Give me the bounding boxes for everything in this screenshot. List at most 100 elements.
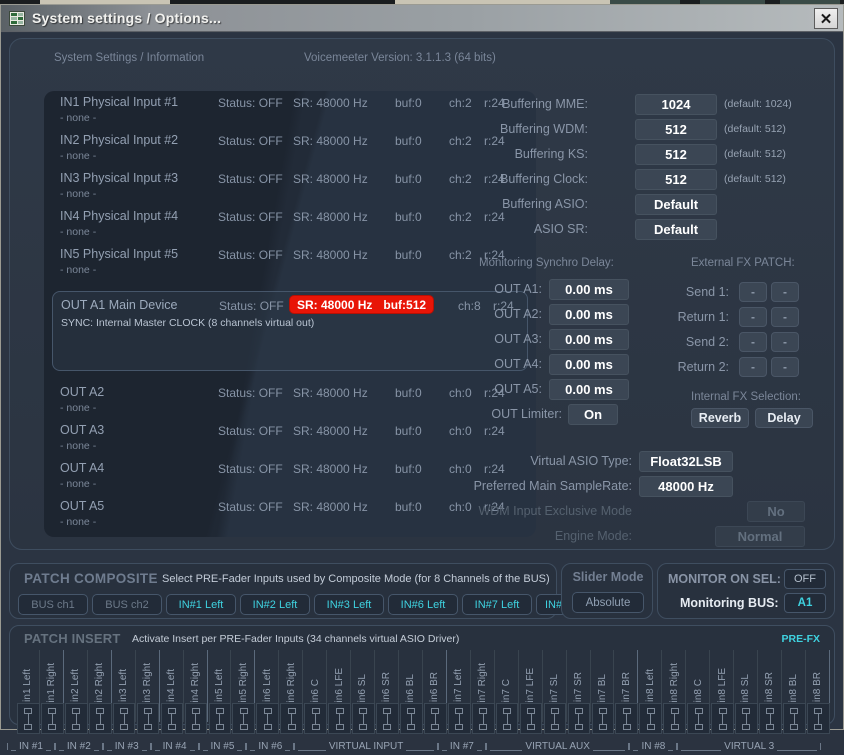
insert-column[interactable]: in6 BR (423, 650, 447, 734)
insert-toggle-cell[interactable] (495, 703, 519, 734)
insert-toggle-cell[interactable] (232, 703, 256, 734)
device-row-out-a2[interactable]: OUT A2 - none - Status: OFF SR: 48000 Hz… (44, 381, 536, 419)
insert-toggle-cell[interactable] (160, 703, 184, 734)
insert-toggle-cell[interactable] (184, 703, 208, 734)
insert-toggle-cell[interactable] (304, 703, 327, 734)
insert-toggle-cell[interactable] (17, 703, 40, 734)
composite-slot-2[interactable]: BUS ch2 (92, 594, 162, 615)
synchro-a4-value[interactable]: 0.00 ms (549, 354, 629, 375)
monitoring-bus-value[interactable]: A1 (784, 593, 826, 613)
insert-column[interactable]: in2 Left (64, 650, 88, 734)
insert-toggle-cell[interactable] (567, 703, 591, 734)
insert-toggle-cell[interactable] (208, 703, 232, 734)
device-row-in1[interactable]: IN1 Physical Input #1 - none - Status: O… (44, 91, 536, 129)
insert-toggle-cell[interactable] (447, 703, 471, 734)
insert-toggle-cell[interactable] (759, 703, 782, 734)
synchro-a2-value[interactable]: 0.00 ms (549, 304, 629, 325)
device-row-in3[interactable]: IN3 Physical Input #3 - none - Status: O… (44, 167, 536, 205)
insert-column[interactable]: in8 BL (782, 650, 806, 734)
out-limiter-value[interactable]: On (568, 404, 618, 425)
insert-column[interactable]: in8 SR (758, 650, 782, 734)
insert-column[interactable]: in6 BL (399, 650, 423, 734)
composite-slot-1[interactable]: BUS ch1 (18, 594, 88, 615)
synchro-a5-value[interactable]: 0.00 ms (549, 379, 629, 400)
insert-column[interactable]: in8 LFE (710, 650, 735, 734)
insert-column[interactable]: in6 Right (279, 650, 304, 734)
insert-column[interactable]: in6 SL (351, 650, 376, 734)
insert-toggle-cell[interactable] (543, 703, 567, 734)
composite-slot-5[interactable]: IN#3 Left (314, 594, 384, 615)
insert-toggle-cell[interactable] (783, 703, 806, 734)
insert-column[interactable]: in7 Left (447, 650, 471, 734)
composite-slot-6[interactable]: IN#6 Left (388, 594, 458, 615)
device-row-out-a1[interactable]: OUT A1 Main Device SYNC: Internal Master… (52, 291, 528, 371)
device-row-in5[interactable]: IN5 Physical Input #5 - none - Status: O… (44, 243, 536, 281)
monitor-on-sel-toggle[interactable]: OFF (784, 569, 826, 589)
buffering-asio-value[interactable]: Default (635, 194, 717, 215)
insert-column[interactable]: in8 BR (806, 650, 830, 734)
insert-toggle-cell[interactable] (687, 703, 710, 734)
composite-slot-4[interactable]: IN#2 Left (240, 594, 310, 615)
insert-column[interactable]: in6 Left (255, 650, 280, 734)
insert-toggle-cell[interactable] (280, 703, 303, 734)
insert-column[interactable]: in1 Right (40, 650, 64, 734)
synchro-a3-value[interactable]: 0.00 ms (549, 329, 629, 350)
insert-column[interactable]: in7 BR (614, 650, 639, 734)
return-1-slot-a[interactable]: - (739, 307, 767, 327)
insert-toggle-cell[interactable] (615, 703, 639, 734)
insert-column[interactable]: in7 C (495, 650, 519, 734)
insert-column[interactable]: in7 Right (471, 650, 495, 734)
insert-column[interactable]: in1 Left (16, 650, 40, 734)
send-2-slot-b[interactable]: - (771, 332, 799, 352)
insert-column[interactable]: in6 LFE (327, 650, 352, 734)
slider-mode-value[interactable]: Absolute (572, 592, 644, 613)
insert-toggle-cell[interactable] (591, 703, 615, 734)
close-icon[interactable]: ✕ (814, 8, 838, 29)
insert-toggle-cell[interactable] (136, 703, 160, 734)
insert-column[interactable]: in2 Right (88, 650, 112, 734)
insert-toggle-cell[interactable] (112, 703, 136, 734)
insert-column[interactable]: in8 Right (662, 650, 687, 734)
insert-toggle-cell[interactable] (519, 703, 543, 734)
buffering-mme-value[interactable]: 1024 (635, 94, 717, 115)
return-1-slot-b[interactable]: - (771, 307, 799, 327)
insert-toggle-cell[interactable] (40, 703, 64, 734)
return-2-slot-b[interactable]: - (771, 357, 799, 377)
insert-column[interactable]: in3 Right (136, 650, 160, 734)
insert-column[interactable]: in5 Right (231, 650, 256, 734)
reverb-button[interactable]: Reverb (691, 408, 749, 428)
device-row-in4[interactable]: IN4 Physical Input #4 - none - Status: O… (44, 205, 536, 243)
insert-column[interactable]: in7 SR (567, 650, 591, 734)
device-row-out-a3[interactable]: OUT A3 - none - Status: OFF SR: 48000 Hz… (44, 419, 536, 457)
insert-column[interactable]: in8 C (686, 650, 711, 734)
send-1-slot-b[interactable]: - (771, 282, 799, 302)
insert-column[interactable]: in8 SL (734, 650, 759, 734)
insert-toggle-cell[interactable] (806, 703, 830, 734)
insert-toggle-cell[interactable] (64, 703, 88, 734)
return-2-slot-a[interactable]: - (739, 357, 767, 377)
composite-slot-3[interactable]: IN#1 Left (166, 594, 236, 615)
delay-button[interactable]: Delay (755, 408, 813, 428)
insert-toggle-cell[interactable] (471, 703, 495, 734)
insert-column[interactable]: in7 SL (543, 650, 567, 734)
buffering-ks-value[interactable]: 512 (635, 144, 717, 165)
preferred-main-samplerate-value[interactable]: 48000 Hz (639, 476, 733, 497)
composite-slot-7[interactable]: IN#7 Left (462, 594, 532, 615)
asio-sr-value[interactable]: Default (635, 219, 717, 240)
synchro-a1-value[interactable]: 0.00 ms (549, 279, 629, 300)
buffering-clock-value[interactable]: 512 (635, 169, 717, 190)
device-row-in2[interactable]: IN2 Physical Input #2 - none - Status: O… (44, 129, 536, 167)
insert-column[interactable]: in8 Left (638, 650, 663, 734)
insert-toggle-cell[interactable] (735, 703, 758, 734)
insert-toggle-cell[interactable] (400, 703, 423, 734)
virtual-asio-type-value[interactable]: Float32LSB (639, 451, 733, 472)
insert-column[interactable]: in7 LFE (519, 650, 543, 734)
buffering-wdm-value[interactable]: 512 (635, 119, 717, 140)
insert-column[interactable]: in6 C (303, 650, 328, 734)
insert-column[interactable]: in6 SR (375, 650, 399, 734)
insert-column[interactable]: in3 Left (112, 650, 136, 734)
insert-toggle-cell[interactable] (328, 703, 351, 734)
send-1-slot-a[interactable]: - (739, 282, 767, 302)
insert-toggle-cell[interactable] (256, 703, 280, 734)
insert-toggle-cell[interactable] (376, 703, 399, 734)
